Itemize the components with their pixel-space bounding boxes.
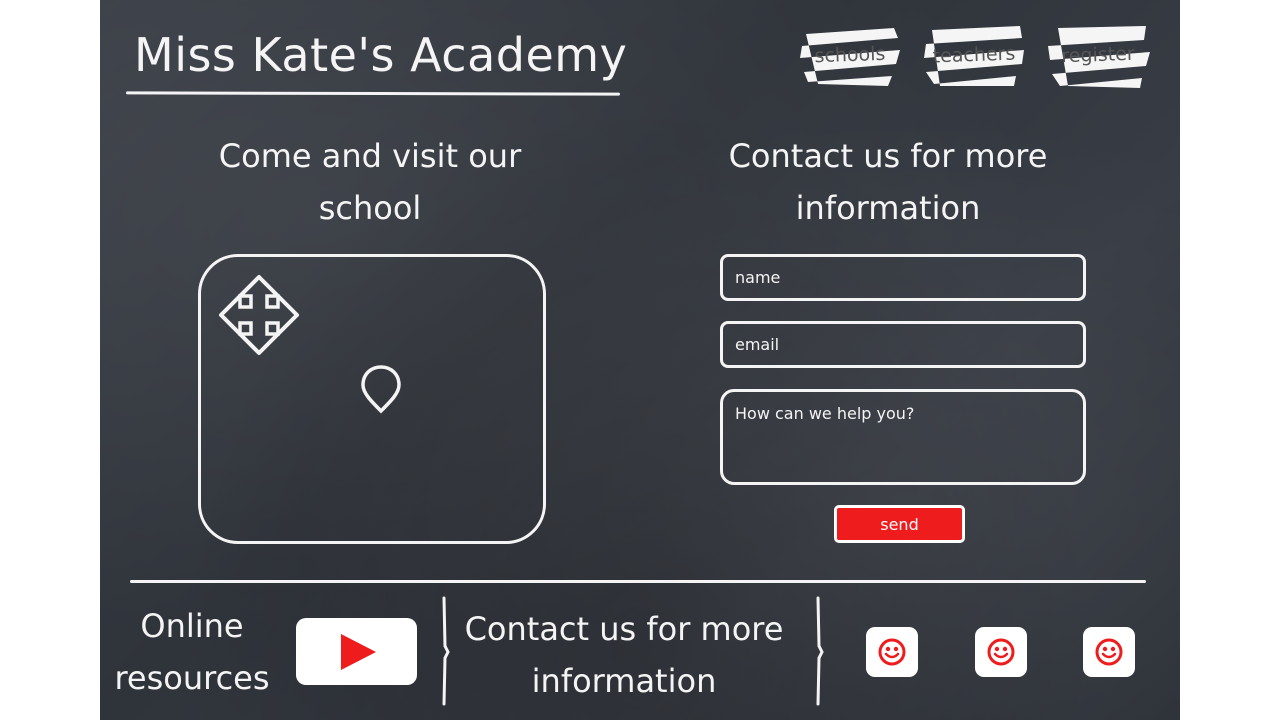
visit-heading: Come and visit our school — [190, 130, 550, 234]
title-underline — [125, 91, 621, 96]
play-icon — [341, 634, 376, 670]
resources-line1: Online — [140, 607, 244, 645]
smiley-icon — [1095, 638, 1123, 666]
social-link-2[interactable] — [975, 627, 1027, 677]
name-input[interactable] — [720, 254, 1086, 301]
nav-register-label: register — [1060, 42, 1136, 68]
footer-separator — [816, 596, 824, 706]
smiley-icon — [987, 638, 1015, 666]
site-title: Miss Kate's Academy — [134, 28, 628, 82]
footer-separator — [442, 596, 450, 706]
contact-heading-line2: information — [795, 189, 981, 227]
contact-heading-line1: Contact us for more — [728, 137, 1048, 175]
school-map[interactable] — [198, 254, 546, 544]
resources-line2: resources — [114, 659, 270, 697]
footer-contact-line2: information — [531, 662, 717, 700]
email-input[interactable] — [720, 321, 1086, 368]
footer-contact-line1: Contact us for more — [464, 610, 784, 648]
nav-teachers-label: teachers — [932, 42, 1016, 68]
nav-teachers-button[interactable]: teachers — [922, 24, 1026, 88]
message-textarea[interactable] — [720, 389, 1086, 485]
contact-heading: Contact us for more information — [700, 130, 1076, 234]
visit-heading-line1: Come and visit our — [218, 137, 522, 175]
nav-register-button[interactable]: register — [1046, 24, 1150, 88]
chalkboard: Miss Kate's Academy schools teachers reg… — [100, 0, 1180, 720]
map-pin-icon[interactable] — [359, 363, 403, 415]
footer-contact-label: Contact us for more information — [462, 603, 786, 707]
nav-schools-button[interactable]: schools — [798, 24, 902, 88]
move-arrows-icon[interactable] — [217, 273, 301, 357]
smiley-icon — [878, 638, 906, 666]
nav-schools-label: schools — [814, 42, 886, 68]
send-button[interactable]: send — [834, 505, 965, 543]
social-link-1[interactable] — [866, 627, 918, 677]
visit-heading-line2: school — [318, 189, 422, 227]
social-link-3[interactable] — [1083, 627, 1135, 677]
online-resources-label: Online resources — [110, 600, 274, 704]
footer-divider-line — [130, 580, 1146, 583]
video-resources-button[interactable] — [296, 618, 417, 685]
